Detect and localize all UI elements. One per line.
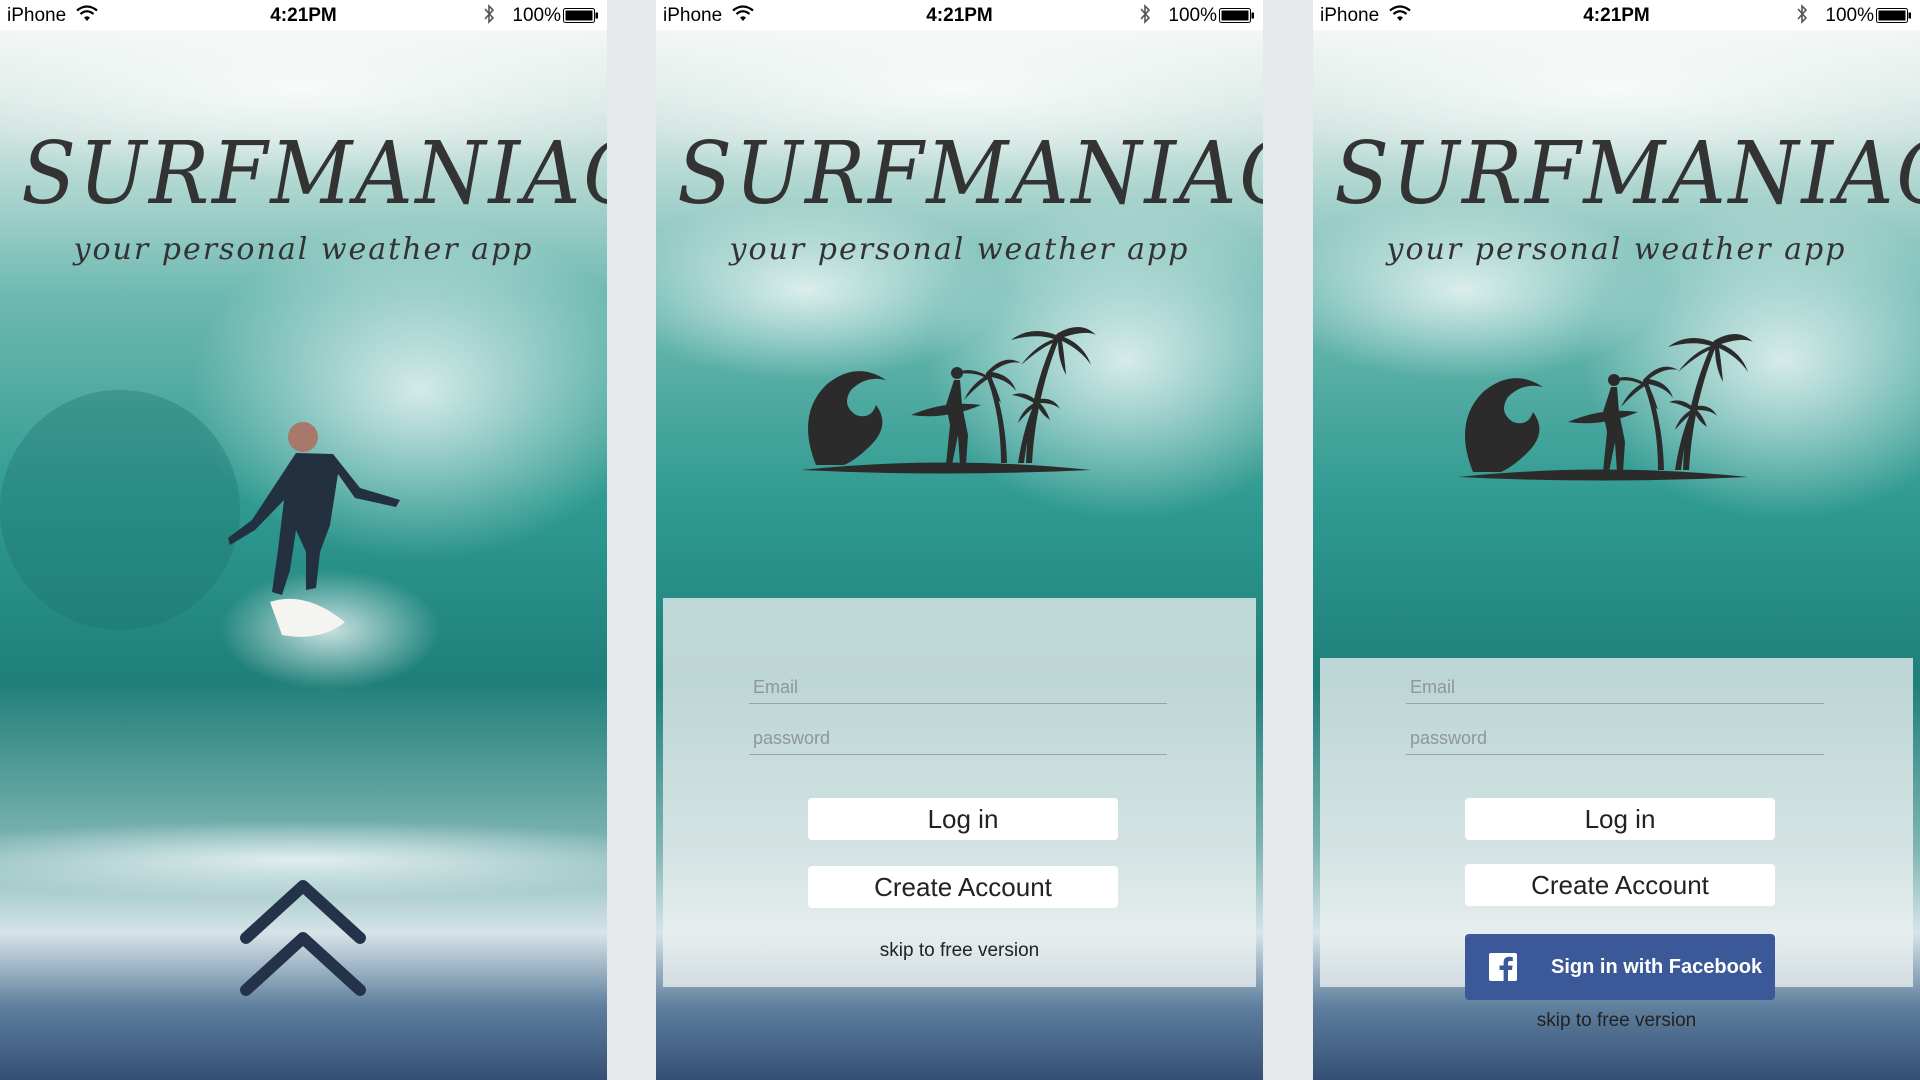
login-screen: iPhone 4:21PM 100% SURFMANIAC your perso… (656, 0, 1263, 1080)
battery-percent: 100% (1825, 5, 1874, 26)
create-account-button[interactable]: Create Account (808, 866, 1118, 908)
login-button[interactable]: Log in (1465, 798, 1775, 840)
bluetooth-icon (1797, 4, 1808, 24)
skip-free-version-link[interactable]: skip to free version (1320, 1010, 1913, 1032)
facebook-signin-button[interactable]: Sign in with Facebook (1465, 934, 1775, 1000)
battery-percent: 100% (1168, 5, 1217, 26)
login-button[interactable]: Log in (808, 798, 1118, 840)
surf-emblem (801, 326, 1096, 474)
app-tagline: your personal weather app (73, 232, 534, 267)
status-bar: iPhone 4:21PM 100% (0, 0, 607, 30)
password-field[interactable] (749, 722, 1167, 755)
login-panel: Log in Create Account skip to free versi… (663, 598, 1256, 987)
facebook-icon (1489, 953, 1517, 981)
email-field[interactable] (749, 671, 1167, 704)
status-bar: iPhone 4:21PM 100% (1313, 0, 1920, 30)
app-title: SURFMANIAC (21, 124, 607, 224)
battery-icon (1876, 8, 1911, 23)
status-bar: iPhone 4:21PM 100% (656, 0, 1263, 30)
skip-free-version-link[interactable]: skip to free version (663, 940, 1256, 962)
facebook-signin-label: Sign in with Facebook (1551, 955, 1763, 978)
app-title: SURFMANIAC (677, 124, 1263, 224)
bluetooth-icon (484, 4, 495, 24)
bluetooth-icon (1140, 4, 1151, 24)
create-account-button[interactable]: Create Account (1465, 864, 1775, 906)
app-tagline: your personal weather app (729, 232, 1190, 267)
email-field[interactable] (1406, 671, 1824, 704)
chevron-up-icon[interactable] (238, 878, 368, 998)
app-title: SURFMANIAC (1334, 124, 1920, 224)
password-field[interactable] (1406, 722, 1824, 755)
battery-percent: 100% (512, 5, 561, 26)
splash-screen: iPhone 4:21PM 100% SURFMANIAC your perso… (0, 0, 607, 1080)
battery-icon (563, 8, 598, 23)
login-facebook-screen: iPhone 4:21PM 100% SURFMANIAC your perso… (1313, 0, 1920, 1080)
surf-emblem (1458, 333, 1753, 481)
login-panel: Log in Create Account Sign in with Faceb… (1320, 658, 1913, 1031)
app-tagline: your personal weather app (1386, 232, 1847, 267)
battery-icon (1219, 8, 1254, 23)
